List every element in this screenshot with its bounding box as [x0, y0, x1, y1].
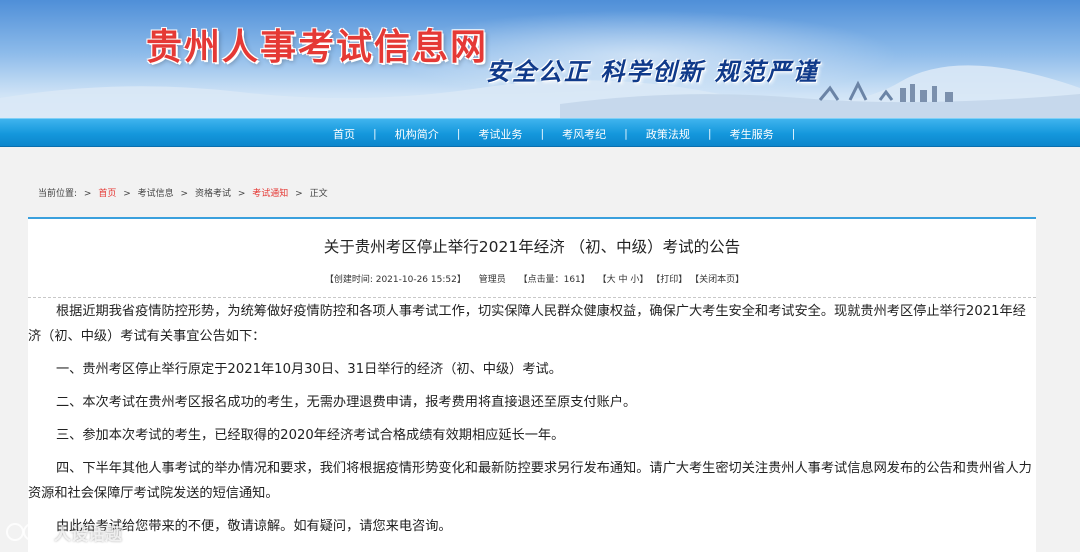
breadcrumb-arrow: >: [295, 189, 303, 199]
breadcrumb-arrow: >: [123, 189, 131, 199]
breadcrumb-arrow: >: [180, 189, 189, 199]
article-paragraph: 一、贵州考区停止举行原定于2021年10月30日、31日举行的经济（初、中级）考…: [56, 362, 562, 377]
article-paragraph: 根据近期我省疫情防控形势，为统筹做好疫情防控和各项人事考试工作，切实保障人民群众…: [28, 304, 1026, 344]
article-title: 关于贵州考区停止举行2021年经济 （初、中级）考试的公告: [323, 238, 741, 256]
breadcrumb-arrow: >: [83, 189, 92, 199]
print-link[interactable]: 【打印】: [651, 275, 687, 285]
font-size-control[interactable]: 【大 中 小】: [598, 275, 649, 285]
nav-separator: |: [456, 127, 461, 140]
nav-exam-discipline[interactable]: 考风考纪: [562, 126, 606, 142]
breadcrumb-current: 正文: [309, 189, 328, 199]
meta-divider: [28, 297, 1036, 298]
breadcrumb-arrow: >: [237, 189, 246, 199]
main-nav: 首页 | 机构简介 | 考试业务 | 考风考纪 | 政策法规 | 考生服务 |: [0, 118, 1080, 147]
meta-view-count: 【点击量：161】: [518, 275, 590, 285]
nav-separator: |: [373, 127, 377, 140]
article-panel: 关于贵州考区停止举行2021年经济 （初、中级）考试的公告 【创建时间: 202…: [28, 217, 1036, 552]
article-paragraph: 二、本次考试在贵州考区报名成功的考生，无需办理退费申请，报考费用将直接退还至原支…: [56, 395, 637, 410]
nav-candidate-services[interactable]: 考生服务: [730, 126, 774, 142]
site-banner: 贵州人事考试信息网 安全公正 科学创新 规范严谨: [0, 0, 1080, 118]
nav-home[interactable]: 首页: [333, 126, 355, 142]
site-title: 贵州人事考试信息网: [146, 26, 489, 68]
watermark-logo-icon: [6, 523, 41, 541]
nav-about[interactable]: 机构简介: [395, 126, 439, 142]
nav-exam-business[interactable]: 考试业务: [478, 126, 522, 142]
nav-separator: |: [791, 127, 796, 140]
close-page-link[interactable]: 【关闭本页】: [690, 275, 744, 285]
nav-separator: |: [707, 127, 712, 140]
page-container: 当前位置: > 首页 > 考试信息 > 资格考试 > 考试通知 > 正文 关于贵…: [28, 147, 1036, 552]
breadcrumb-exam-notice[interactable]: 考试通知: [252, 189, 288, 199]
breadcrumb-qualification-exam[interactable]: 资格考试: [195, 189, 231, 199]
article-paragraph: 四、下半年其他人事考试的举办情况和要求，我们将根据疫情形势变化和最新防控要求另行…: [28, 461, 1032, 501]
watermark: 人设话题: [6, 518, 122, 546]
article-paragraph: 由此给考试给您带来的不便，敬请谅解。如有疑问，请您来电咨询。: [56, 519, 452, 534]
breadcrumb: 当前位置: > 首页 > 考试信息 > 资格考试 > 考试通知 > 正文: [38, 186, 328, 199]
meta-author: 管理员: [478, 275, 506, 285]
breadcrumb-home[interactable]: 首页: [98, 189, 116, 199]
nav-separator: |: [540, 127, 545, 140]
article-body: 根据近期我省疫情防控形势，为统筹做好疫情防控和各项人事考试工作，切实保障人民群众…: [28, 299, 1036, 539]
breadcrumb-exam-info[interactable]: 考试信息: [138, 189, 174, 199]
breadcrumb-label: 当前位置:: [38, 189, 78, 199]
article-meta: 【创建时间: 2021-10-26 15:52】 管理员 【点击量：161】 【…: [28, 272, 1036, 285]
meta-created-time: 【创建时间: 2021-10-26 15:52】: [324, 275, 466, 285]
site-slogan: 安全公正 科学创新 规范严谨: [486, 57, 819, 86]
article-paragraph: 三、参加本次考试的考生，已经取得的2020年经济考试合格成绩有效期相应延长一年。: [56, 428, 565, 443]
nav-policies[interactable]: 政策法规: [646, 126, 690, 142]
nav-separator: |: [624, 127, 628, 140]
watermark-text: 人设话题: [54, 524, 122, 545]
